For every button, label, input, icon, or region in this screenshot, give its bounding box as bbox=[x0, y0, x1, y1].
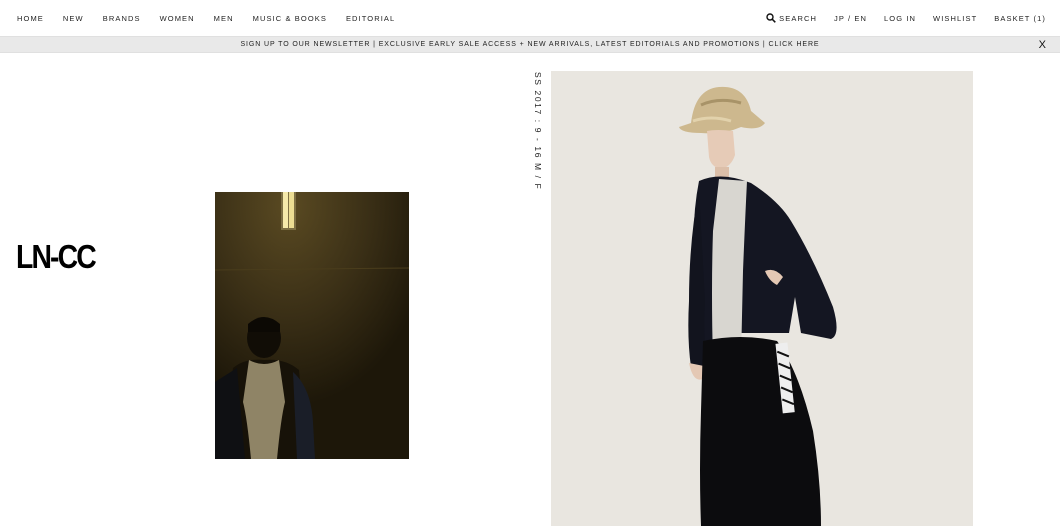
search-icon bbox=[766, 13, 776, 23]
newsletter-banner-link[interactable]: SIGN UP TO OUR NEWSLETTER | EXCLUSIVE EA… bbox=[0, 37, 1060, 53]
editorial-photo-model[interactable] bbox=[551, 71, 973, 526]
nav-men[interactable]: MEN bbox=[214, 14, 234, 23]
newsletter-banner: SIGN UP TO OUR NEWSLETTER | EXCLUSIVE EA… bbox=[0, 36, 1060, 53]
basket-link[interactable]: BASKET (1) bbox=[994, 14, 1046, 23]
site-logo[interactable]: LN-CC bbox=[16, 238, 97, 276]
dark-photo-illustration bbox=[215, 192, 409, 459]
campaign-label: SS 2017 : 9 - 16 M / F bbox=[533, 72, 543, 191]
close-icon[interactable]: X bbox=[1039, 37, 1046, 53]
search-label: SEARCH bbox=[779, 13, 818, 23]
language-switch[interactable]: JP / EN bbox=[834, 14, 867, 23]
nav-music-books[interactable]: MUSIC & BOOKS bbox=[253, 14, 327, 23]
top-navigation: HOME NEW BRANDS WOMEN MEN MUSIC & BOOKS … bbox=[0, 0, 1060, 36]
editorial-photo-dark[interactable] bbox=[215, 192, 409, 459]
login-link[interactable]: LOG IN bbox=[884, 14, 916, 23]
nav-home[interactable]: HOME bbox=[17, 14, 44, 23]
nav-brands[interactable]: BRANDS bbox=[103, 14, 141, 23]
wishlist-link[interactable]: WISHLIST bbox=[933, 14, 977, 23]
search-button[interactable]: SEARCH bbox=[766, 13, 817, 23]
account-nav: SEARCH JP / EN LOG IN WISHLIST BASKET (1… bbox=[749, 0, 1046, 36]
nav-women[interactable]: WOMEN bbox=[160, 14, 195, 23]
primary-nav: HOME NEW BRANDS WOMEN MEN MUSIC & BOOKS … bbox=[17, 0, 414, 36]
nav-new[interactable]: NEW bbox=[63, 14, 84, 23]
nav-editorial[interactable]: EDITORIAL bbox=[346, 14, 395, 23]
model-photo-illustration bbox=[551, 71, 973, 526]
